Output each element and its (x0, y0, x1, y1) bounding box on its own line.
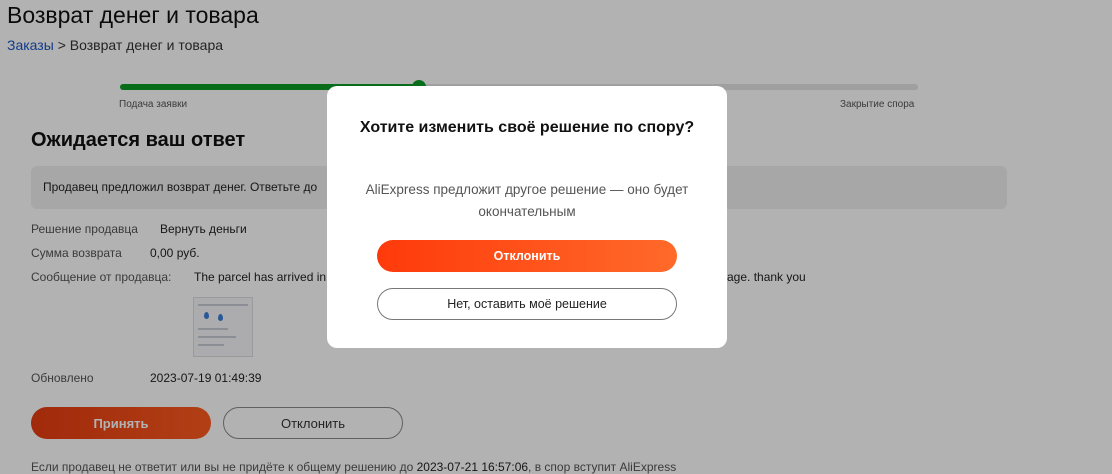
modal-decline-button[interactable]: Отклонить (377, 240, 677, 272)
confirm-modal: Хотите изменить своё решение по спору? A… (327, 86, 727, 348)
modal-title: Хотите изменить своё решение по спору? (359, 119, 695, 136)
modal-keep-decision-button[interactable]: Нет, оставить моё решение (377, 288, 677, 320)
modal-text: AliExpress предложит другое решение — он… (365, 182, 689, 219)
